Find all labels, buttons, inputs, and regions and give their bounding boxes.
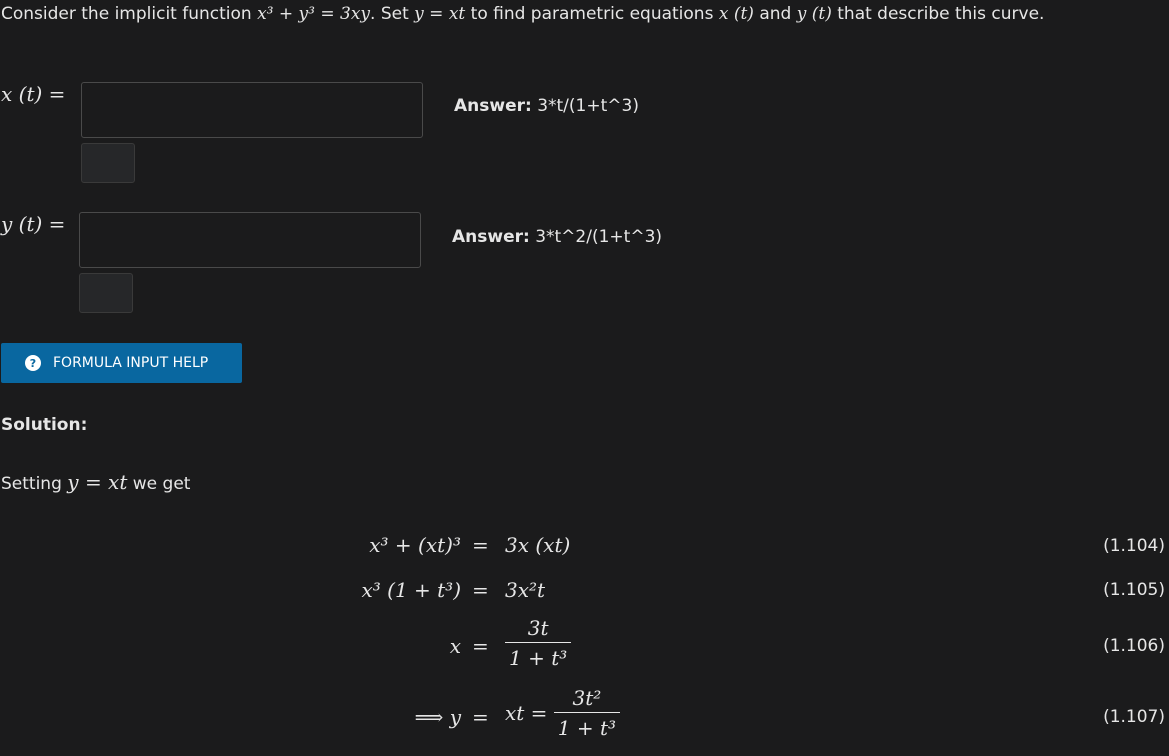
implicit-equation: x³ + y³ = 3xy — [257, 4, 371, 24]
formula-input-help-button[interactable]: ? FORMULA INPUT HELP — [1, 343, 242, 383]
y-of-t: y (t) — [796, 4, 832, 24]
solution-heading: Solution: — [1, 415, 88, 435]
eq-1106-lhs: x — [449, 634, 461, 658]
x-correct-answer: Answer: 3*t/(1+t^3) — [454, 96, 639, 116]
y-answer-prefix: Answer: — [452, 227, 530, 247]
x-answer-value: 3*t/(1+t^3) — [537, 96, 639, 116]
question-text-mid2: to find parametric equations — [465, 4, 719, 24]
substitution-equation: y = xt — [414, 4, 466, 24]
eq-1107-lhs: ⟹ y — [414, 705, 461, 729]
help-button-label: FORMULA INPUT HELP — [53, 355, 209, 371]
eq-1105-equals: = — [472, 578, 489, 602]
eq-1106-rhs: 3t 1 + t³ — [505, 616, 572, 670]
solution-intro-equation: y = xt — [67, 470, 128, 494]
eq-1104-number: (1.104) — [1103, 536, 1165, 556]
eq-1107-fraction: 3t² 1 + t³ — [553, 686, 621, 740]
solution-intro-before: Setting — [1, 474, 68, 494]
eq-1106-number: (1.106) — [1103, 636, 1165, 656]
x-field-label: x (t) = — [1, 82, 66, 106]
y-answer-input[interactable] — [79, 212, 421, 268]
eq-1107-equals: = — [472, 705, 489, 729]
eq-1104-lhs: x³ + (xt)³ — [369, 533, 461, 557]
eq-1105-number: (1.105) — [1103, 580, 1165, 600]
y-answer-value: 3*t^2/(1+t^3) — [535, 227, 663, 247]
x-preview-box — [81, 143, 135, 183]
eq-1107-denominator: 1 + t³ — [553, 712, 621, 740]
eq-1107-number: (1.107) — [1103, 707, 1165, 727]
x-answer-input[interactable] — [81, 82, 423, 138]
x-answer-prefix: Answer: — [454, 96, 532, 116]
y-preview-box — [79, 273, 133, 313]
eq-1104-equals: = — [472, 533, 489, 557]
solution-intro-after: we get — [127, 474, 191, 494]
y-correct-answer: Answer: 3*t^2/(1+t^3) — [452, 227, 662, 247]
question-text-and: and — [753, 4, 797, 24]
eq-1106-numerator: 3t — [527, 616, 549, 640]
eq-1105-rhs: 3x²t — [505, 578, 546, 602]
question-text-before: Consider the implicit function — [1, 4, 258, 24]
question-text-mid1: . Set — [370, 4, 415, 24]
help-icon: ? — [25, 355, 41, 371]
eq-1105-lhs: x³ (1 + t³) — [361, 578, 461, 602]
eq-1106-equals: = — [472, 634, 489, 658]
eq-1107-numerator: 3t² — [572, 686, 602, 710]
eq-1107-rhs: xt = 3t² 1 + t³ — [505, 686, 621, 740]
eq-1106-denominator: 1 + t³ — [505, 642, 572, 670]
x-of-t: x (t) — [718, 4, 754, 24]
eq-1107-rhs-prefix: xt = — [505, 701, 548, 725]
y-field-label: y (t) = — [1, 212, 66, 236]
question-text: Consider the implicit function x³ + y³ =… — [1, 0, 1161, 29]
eq-1104-rhs: 3x (xt) — [505, 533, 571, 557]
question-text-after: that describe this curve. — [831, 4, 1045, 24]
eq-1106-fraction: 3t 1 + t³ — [505, 616, 572, 670]
solution-intro: Setting y = xt we get — [1, 470, 190, 494]
